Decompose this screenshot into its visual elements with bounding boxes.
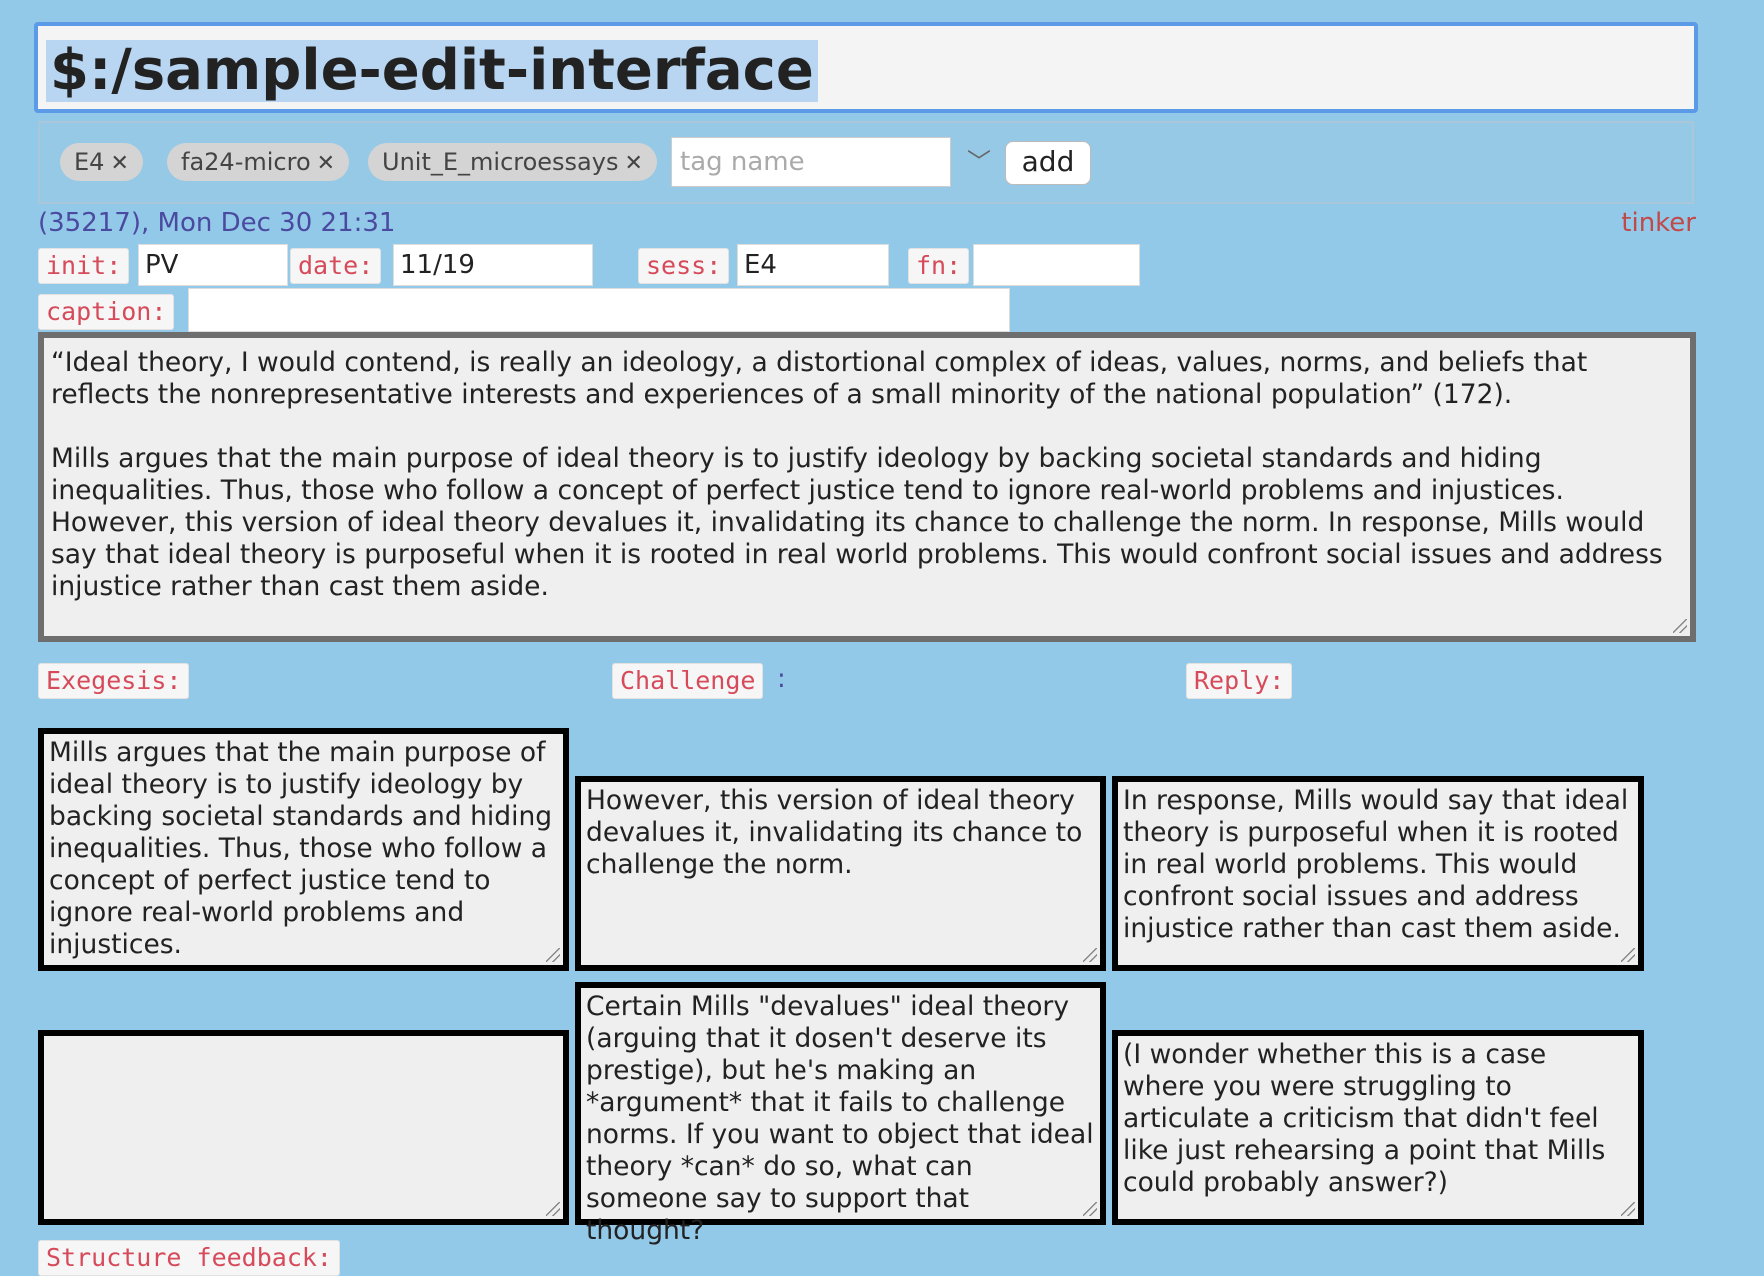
chevron-down-icon[interactable]: ﹀ xyxy=(964,145,994,179)
caption-label: caption: xyxy=(38,294,175,330)
fn-input[interactable] xyxy=(973,244,1140,286)
close-icon[interactable]: ✕ xyxy=(110,151,128,176)
resize-handle-icon[interactable] xyxy=(1621,1202,1635,1216)
resize-handle-icon[interactable] xyxy=(546,948,560,962)
init-label: init: xyxy=(38,248,130,284)
reply-text: In response, Mills would say that ideal … xyxy=(1123,785,1629,944)
tag-label: E4 xyxy=(74,148,105,176)
tag-chip: fa24-micro ✕ xyxy=(167,143,350,181)
resize-handle-icon[interactable] xyxy=(1083,1202,1097,1216)
main-text-body: Mills argues that the main purpose of id… xyxy=(51,443,1663,602)
fn-label: fn: xyxy=(908,248,970,284)
tiddler-info: (35217), Mon Dec 30 21:31 xyxy=(38,208,396,238)
exegesis-text: Mills argues that the main purpose of id… xyxy=(49,737,553,960)
tag-bar: E4✕ fa24-micro✕ Unit_E_microessays✕ ﹀ ad… xyxy=(38,121,1694,204)
main-text-editor[interactable]: “Ideal theory, I would contend, is reall… xyxy=(38,332,1696,642)
reply-label: Reply: xyxy=(1186,663,1293,699)
title-text: $:/sample-edit-interface xyxy=(46,40,818,102)
close-icon[interactable]: ✕ xyxy=(317,151,335,176)
init-input[interactable]: PV xyxy=(138,244,288,286)
exegesis-feedback-textarea[interactable] xyxy=(38,1030,569,1225)
challenge-text: However, this version of ideal theory de… xyxy=(586,785,1083,880)
main-text-quote: “Ideal theory, I would contend, is reall… xyxy=(51,347,1588,410)
date-input[interactable]: 11/19 xyxy=(393,244,593,286)
tinker-link[interactable]: tinker xyxy=(1621,208,1696,238)
exegesis-label: Exegesis: xyxy=(38,663,190,699)
tag-name-input[interactable] xyxy=(671,137,951,187)
resize-handle-icon[interactable] xyxy=(546,1202,560,1216)
structure-feedback-label: Structure feedback: xyxy=(38,1240,340,1276)
exegesis-textarea[interactable]: Mills argues that the main purpose of id… xyxy=(38,728,569,971)
resize-handle-icon[interactable] xyxy=(1083,948,1097,962)
add-tag-button[interactable]: add xyxy=(1005,141,1091,185)
tag-chip: Unit_E_microessays ✕ xyxy=(368,143,657,181)
title-field[interactable]: $:/sample-edit-interface xyxy=(34,22,1698,113)
date-label: date: xyxy=(290,248,382,284)
sess-label: sess: xyxy=(638,248,730,284)
challenge-feedback-text: Certain Mills "devalues" ideal theory (a… xyxy=(586,991,1094,1246)
reply-textarea[interactable]: In response, Mills would say that ideal … xyxy=(1112,776,1644,971)
resize-handle-icon[interactable] xyxy=(1621,948,1635,962)
challenge-feedback-textarea[interactable]: Certain Mills "devalues" ideal theory (a… xyxy=(575,982,1106,1246)
reply-feedback-textarea[interactable]: (I wonder whether this is a case where y… xyxy=(1112,1030,1644,1225)
tag-label: fa24-micro xyxy=(181,148,311,176)
tag-chip: E4 ✕ xyxy=(60,143,143,181)
challenge-colon: : xyxy=(777,664,786,694)
close-icon[interactable]: ✕ xyxy=(624,151,642,176)
sess-input[interactable]: E4 xyxy=(737,244,889,286)
caption-input[interactable] xyxy=(188,288,1010,332)
challenge-textarea[interactable]: However, this version of ideal theory de… xyxy=(575,776,1106,971)
resize-handle-icon[interactable] xyxy=(1673,619,1687,633)
challenge-label: Challenge xyxy=(612,663,764,699)
tag-label: Unit_E_microessays xyxy=(382,148,619,176)
reply-feedback-text: (I wonder whether this is a case where y… xyxy=(1123,1039,1606,1198)
